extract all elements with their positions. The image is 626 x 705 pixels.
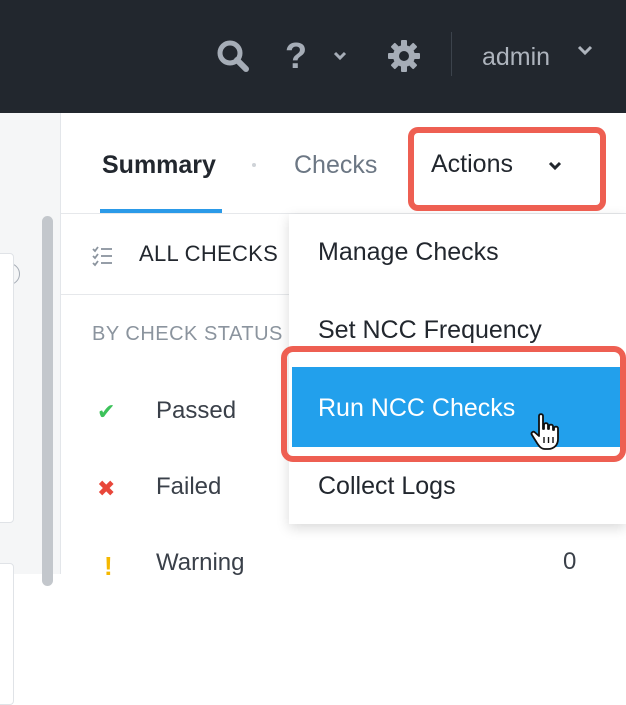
all-checks-label[interactable]: ALL CHECKS xyxy=(139,241,278,267)
scrollbar-thumb[interactable] xyxy=(42,216,53,586)
run-checks-highlight-box xyxy=(281,346,626,462)
left-card xyxy=(0,253,14,523)
topbar-divider xyxy=(451,32,452,76)
gear-icon[interactable] xyxy=(384,36,424,76)
checklist-icon xyxy=(92,245,114,272)
left-card xyxy=(0,563,14,705)
help-icon[interactable]: ? xyxy=(282,35,310,76)
active-tab-indicator xyxy=(100,209,222,213)
status-failed-label[interactable]: Failed xyxy=(156,473,221,501)
menu-item-collect-logs[interactable]: Collect Logs xyxy=(318,472,456,501)
by-status-heading: BY CHECK STATUS xyxy=(92,323,283,345)
check-icon: ✔ xyxy=(97,399,116,424)
status-passed-label[interactable]: Passed xyxy=(156,397,236,425)
actions-highlight-box xyxy=(408,127,606,211)
tab-separator-dot xyxy=(252,163,256,167)
menu-item-set-ncc-frequency[interactable]: Set NCC Frequency xyxy=(318,316,542,345)
tab-summary[interactable]: Summary xyxy=(102,150,216,180)
tab-checks[interactable]: Checks xyxy=(294,150,377,180)
status-warning-label[interactable]: Warning xyxy=(156,549,244,577)
warning-count: 0 xyxy=(563,548,577,575)
menu-item-manage-checks[interactable]: Manage Checks xyxy=(318,238,499,267)
x-icon: ✖ xyxy=(97,476,116,501)
chevron-down-icon[interactable] xyxy=(577,44,593,62)
hand-pointer-icon xyxy=(529,412,565,457)
search-icon[interactable] xyxy=(213,36,253,76)
chevron-down-icon[interactable] xyxy=(330,36,350,76)
user-menu-label[interactable]: admin xyxy=(482,40,550,74)
exclamation-icon: ! xyxy=(104,551,113,581)
